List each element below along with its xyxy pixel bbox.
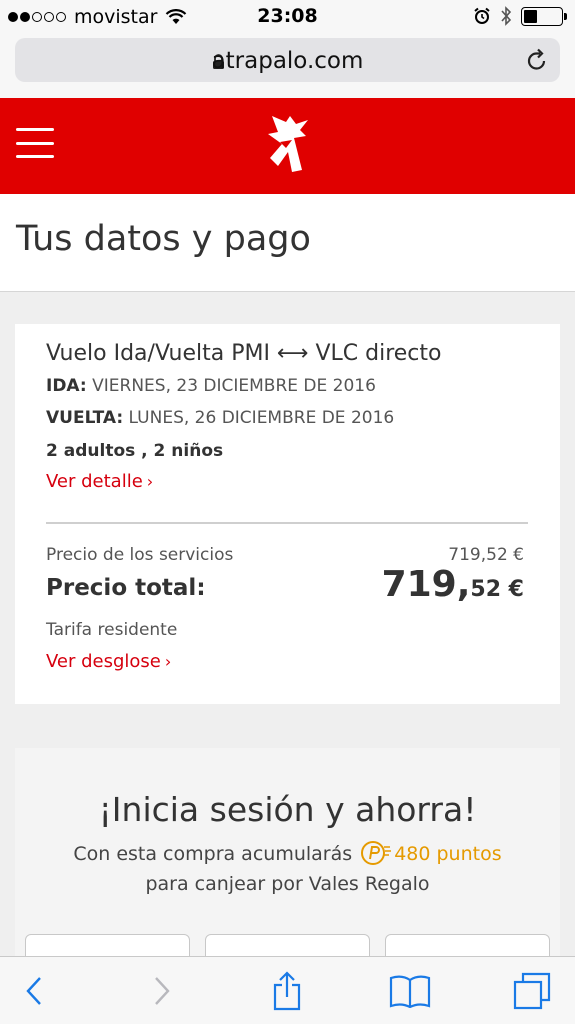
total-price-integer: 719, (381, 564, 471, 605)
fare-type: Tarifa residente (46, 620, 178, 640)
bookmarks-icon (389, 975, 431, 1008)
outbound-label: IDA: (46, 376, 87, 396)
address-bar[interactable]: atrapalo.com (15, 38, 560, 82)
passengers: 2 adultos , 2 niños (46, 441, 224, 461)
atrapalo-logo-icon[interactable] (262, 112, 314, 176)
view-breakdown-label: Ver desglose (46, 651, 161, 672)
battery-icon (521, 6, 567, 26)
login-title: ¡Inicia sesión y ahorra! (98, 790, 477, 829)
return-date: LUNES, 26 DICIEMBRE DE 2016 (123, 408, 395, 428)
status-right (473, 6, 567, 26)
outbound-date-row: IDA: VIERNES, 23 DICIEMBRE DE 2016 (46, 376, 376, 396)
bookmarks-button[interactable] (388, 970, 432, 1012)
status-bar: movistar 23:08 (0, 0, 575, 32)
tabs-icon (513, 972, 551, 1010)
forward-icon (155, 977, 170, 1005)
booking-summary-card: Vuelo Ida/Vuelta PMI ⟷ VLC directo IDA: … (15, 324, 560, 704)
share-button[interactable] (265, 970, 309, 1012)
back-icon (26, 977, 41, 1005)
total-price-value: 719,52 € (382, 564, 524, 605)
login-subtitle-prefix: Con esta compra acumularás (73, 843, 359, 865)
return-label: VUELTA: (46, 408, 124, 428)
total-price-label: Precio total: (46, 575, 206, 601)
title-strip: Tus datos y pago (0, 194, 575, 292)
tabs-button[interactable] (510, 970, 554, 1012)
outbound-date: VIERNES, 23 DICIEMBRE DE 2016 (86, 376, 376, 396)
bluetooth-icon (501, 6, 512, 26)
total-price-decimals: 52 € (470, 577, 524, 602)
site-header (0, 98, 575, 194)
points-coin-icon (361, 841, 392, 865)
menu-icon[interactable] (16, 128, 54, 158)
browser-address-area: atrapalo.com (0, 32, 575, 98)
points-amount: 480 puntos (394, 843, 502, 865)
view-detail-label: Ver detalle (46, 471, 143, 492)
chevron-right-icon: › (164, 652, 172, 671)
login-subtitle-line2: para canjear por Vales Regalo (145, 873, 430, 895)
forward-button[interactable] (140, 970, 184, 1012)
reload-icon[interactable] (526, 48, 548, 72)
return-date-row: VUELTA: LUNES, 26 DICIEMBRE DE 2016 (46, 408, 394, 428)
chevron-right-icon: › (146, 472, 154, 491)
services-price-label: Precio de los servicios (46, 545, 234, 565)
url-text: atrapalo.com (211, 48, 364, 74)
view-detail-link[interactable]: Ver detalle › (46, 471, 153, 492)
back-button[interactable] (12, 970, 56, 1012)
divider (46, 522, 528, 524)
browser-toolbar (0, 956, 575, 1024)
alarm-icon (474, 7, 490, 24)
share-icon (273, 971, 301, 1011)
battery-level (524, 9, 537, 23)
services-price-value: 719,52 € (448, 545, 524, 565)
flight-title: Vuelo Ida/Vuelta PMI ⟷ VLC directo (46, 341, 442, 366)
page-title: Tus datos y pago (16, 219, 311, 259)
view-breakdown-link[interactable]: Ver desglose › (46, 651, 171, 672)
login-subtitle: Con esta compra acumularás 480 puntos (15, 840, 560, 866)
